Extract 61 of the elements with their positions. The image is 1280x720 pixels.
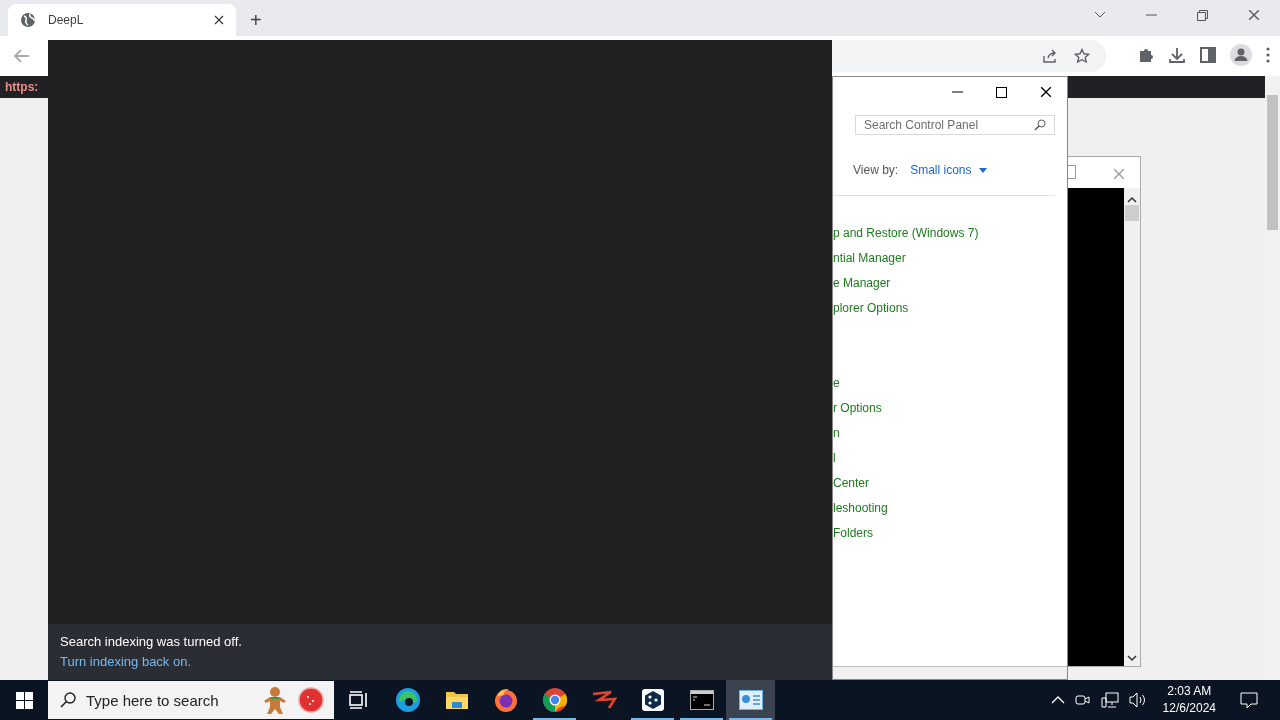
- globe-icon: [20, 12, 36, 28]
- close-icon[interactable]: [1040, 86, 1052, 98]
- up-caret-icon[interactable]: [1127, 196, 1137, 203]
- view-by-label: View by:: [853, 163, 899, 177]
- download-icon[interactable]: [1168, 46, 1186, 64]
- folder-icon: [444, 690, 469, 710]
- swirl-icon: [394, 687, 421, 713]
- close-icon[interactable]: [1248, 9, 1260, 21]
- restore-icon[interactable]: [1197, 9, 1208, 21]
- chevron-up-icon[interactable]: [1050, 696, 1065, 704]
- control-panel-link[interactable]: l: [833, 451, 836, 465]
- menu-icon[interactable]: [1266, 47, 1270, 63]
- ornament-icon: [298, 687, 324, 713]
- taskbar-search-field[interactable]: Type here to search: [48, 681, 334, 719]
- notification-text: Search indexing was turned off.: [60, 634, 242, 649]
- control-panel-link[interactable]: ntial Manager: [833, 251, 906, 265]
- share-icon[interactable]: [1042, 48, 1058, 64]
- control-panel-link[interactable]: n: [833, 426, 840, 440]
- camera-icon[interactable]: [1074, 692, 1091, 708]
- notification-icon[interactable]: [1240, 691, 1258, 709]
- star-icon[interactable]: [1074, 48, 1090, 64]
- chrome-icon: [541, 687, 568, 713]
- down-caret-icon[interactable]: [1127, 655, 1137, 662]
- scrollbar-thumb[interactable]: [1125, 205, 1139, 221]
- browser-tab[interactable]: DeepL: [8, 4, 236, 36]
- chevron-icon[interactable]: [1094, 11, 1106, 19]
- scrollbar[interactable]: [1124, 188, 1140, 666]
- terminal-icon: [689, 690, 714, 710]
- avatar-icon[interactable]: [1230, 44, 1252, 66]
- scrollbar-thumb[interactable]: [1267, 95, 1278, 230]
- fox-globe-icon: [492, 687, 519, 713]
- task-view-icon: [348, 691, 369, 709]
- maximize-icon[interactable]: [996, 86, 1007, 98]
- control-panel-link[interactable]: Center: [833, 476, 870, 490]
- control-panel-link[interactable]: Folders: [833, 526, 873, 540]
- url-text: https:: [5, 80, 39, 94]
- network-icon[interactable]: [1100, 692, 1119, 708]
- clock-time: 2:03 AM: [1167, 683, 1212, 700]
- clock[interactable]: 2:03 AM 12/6/2024: [1162, 683, 1216, 717]
- control-panel-link[interactable]: e: [833, 376, 840, 390]
- control-panel-link[interactable]: leshooting: [833, 501, 888, 515]
- puzzle-icon[interactable]: [1138, 47, 1154, 63]
- clock-date: 12/6/2024: [1162, 700, 1216, 717]
- search-icon: [1034, 119, 1046, 131]
- new-tab-button[interactable]: +: [250, 10, 262, 30]
- windows-logo-icon: [15, 691, 33, 709]
- control-panel-icon: [738, 690, 763, 710]
- view-by-dropdown[interactable]: Small icons: [910, 163, 987, 177]
- side-panel-icon[interactable]: [1200, 47, 1216, 63]
- taskbar-button[interactable]: [726, 680, 775, 720]
- search-field[interactable]: Search Control Panel: [855, 115, 1055, 135]
- notification-link[interactable]: Turn indexing back on.: [60, 654, 192, 669]
- search-icon: [60, 692, 76, 708]
- gingerbread-icon: [262, 685, 288, 715]
- speaker-icon[interactable]: [1128, 692, 1147, 708]
- control-panel-link[interactable]: plorer Options: [833, 301, 909, 315]
- control-panel-link[interactable]: r Options: [833, 401, 882, 415]
- control-panel-link[interactable]: p and Restore (Windows 7): [833, 226, 979, 240]
- caret-icon: [978, 167, 987, 173]
- close-icon[interactable]: [214, 15, 224, 25]
- control-panel-link[interactable]: e Manager: [833, 276, 891, 290]
